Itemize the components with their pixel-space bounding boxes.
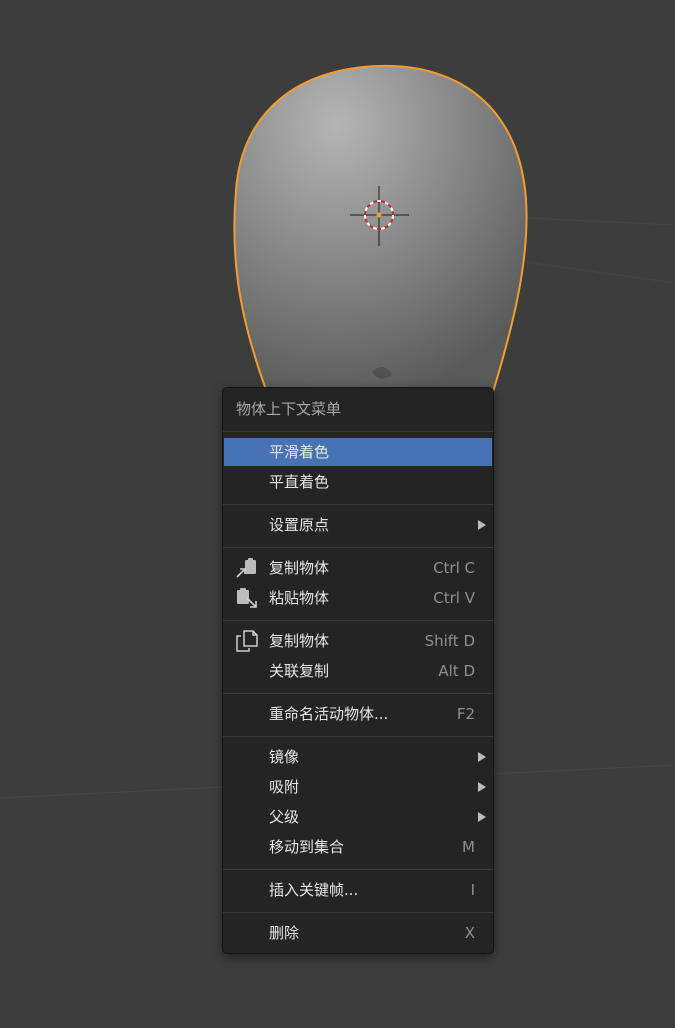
grid-line [524,261,675,284]
menu-item-parent[interactable]: 父级 [224,803,492,831]
menu-item-paste-objects[interactable]: 粘贴物体 Ctrl V [224,584,492,612]
submenu-arrow-icon [478,752,486,762]
menu-item-insert-keyframe[interactable]: 插入关键帧... I [224,876,492,904]
menu-item-shortcut: Shift D [424,632,475,650]
menu-item-label: 粘贴物体 [269,589,330,607]
menu-item-label: 关联复制 [269,662,330,680]
menu-item-shade-smooth[interactable]: 平滑着色 [224,438,492,466]
menu-separator [223,504,493,505]
menu-item-label: 删除 [269,924,300,942]
menu-item-label: 设置原点 [269,516,330,534]
menu-item-label: 重命名活动物体... [269,705,389,723]
menu-item-shortcut: Ctrl C [433,559,475,577]
menu-item-shortcut: Alt D [438,662,475,680]
menu-item-label: 移动到集合 [269,838,345,856]
menu-item-snap[interactable]: 吸附 [224,773,492,801]
menu-separator [223,869,493,870]
submenu-arrow-icon [478,520,486,530]
menu-item-label: 复制物体 [269,632,330,650]
menu-item-label: 插入关键帧... [269,881,359,899]
menu-item-move-to-collection[interactable]: 移动到集合 M [224,833,492,861]
grid-line [524,217,675,226]
menu-item-duplicate-objects[interactable]: 复制物体 Shift D [224,627,492,655]
menu-item-set-origin[interactable]: 设置原点 [224,511,492,539]
menu-item-shortcut: I [470,881,475,899]
menu-separator [223,547,493,548]
menu-item-delete[interactable]: 删除 X [224,919,492,947]
paste-icon [237,588,257,608]
duplicate-icon [236,630,258,652]
menu-item-label: 镜像 [269,748,300,766]
menu-item-label: 父级 [269,808,300,826]
menu-separator [223,620,493,621]
menu-item-copy-objects[interactable]: 复制物体 Ctrl C [224,554,492,582]
menu-item-rename-active[interactable]: 重命名活动物体... F2 [224,700,492,728]
menu-item-label: 吸附 [269,778,300,796]
menu-separator [223,912,493,913]
menu-item-label: 平直着色 [269,473,330,491]
menu-item-label: 平滑着色 [269,443,330,461]
copy-icon [236,558,256,578]
object-context-menu: 物体上下文菜单 平滑着色 平直着色 设置原点 复制物体 Ctrl C 粘贴物体 … [222,387,494,954]
submenu-arrow-icon [478,812,486,822]
menu-item-label: 复制物体 [269,559,330,577]
menu-separator [223,736,493,737]
submenu-arrow-icon [478,782,486,792]
menu-item-shortcut: X [464,924,475,942]
menu-item-duplicate-linked[interactable]: 关联复制 Alt D [224,657,492,685]
menu-item-shortcut: F2 [456,705,475,723]
menu-separator [223,431,493,432]
menu-item-shortcut: Ctrl V [433,589,475,607]
menu-item-mirror[interactable]: 镜像 [224,743,492,771]
menu-separator [223,693,493,694]
menu-item-shade-flat[interactable]: 平直着色 [224,468,492,496]
menu-title: 物体上下文菜单 [236,400,342,418]
menu-item-shortcut: M [462,838,475,856]
